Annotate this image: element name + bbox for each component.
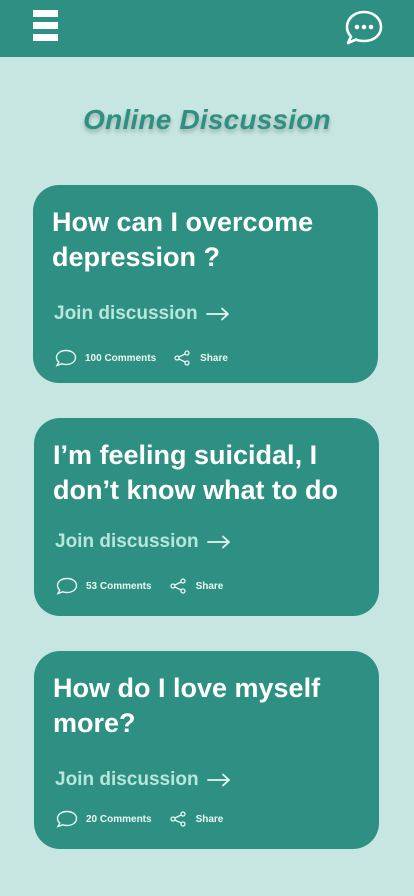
join-discussion-label: Join discussion bbox=[55, 531, 199, 552]
share-icon bbox=[169, 811, 186, 827]
comment-icon bbox=[55, 349, 77, 367]
page-title: Online Discussion bbox=[83, 104, 331, 135]
share-label: Share bbox=[200, 352, 228, 364]
comments-link[interactable]: 20 Comments bbox=[56, 810, 152, 828]
arrow-right-icon bbox=[206, 535, 230, 549]
join-discussion-link[interactable]: Join discussion bbox=[54, 303, 230, 325]
share-button[interactable]: Share bbox=[169, 578, 224, 594]
discussion-card[interactable]: How can I overcome depression ? Join dis… bbox=[33, 185, 378, 383]
comments-link[interactable]: 53 Comments bbox=[56, 577, 152, 595]
hamburger-menu-icon[interactable] bbox=[33, 10, 58, 41]
chat-bubble-icon[interactable] bbox=[344, 9, 384, 47]
discussion-question: How can I overcome depression ? bbox=[52, 207, 314, 272]
share-button[interactable]: Share bbox=[174, 350, 228, 366]
comments-count: 53 Comments bbox=[86, 580, 152, 592]
discussion-question: I’m feeling suicidal, I don’t know what … bbox=[53, 440, 338, 505]
comment-icon bbox=[56, 810, 78, 828]
share-label: Share bbox=[195, 580, 224, 592]
comment-icon bbox=[56, 577, 78, 595]
discussion-card[interactable]: I’m feeling suicidal, I don’t know what … bbox=[34, 418, 379, 616]
join-discussion-label: Join discussion bbox=[54, 303, 198, 324]
discussion-meta: 100 Comments Share bbox=[55, 349, 228, 367]
comments-count: 100 Comments bbox=[85, 352, 157, 364]
arrow-right-icon bbox=[206, 773, 230, 787]
share-label: Share bbox=[195, 813, 224, 825]
discussion-question: How do I love myself more? bbox=[53, 673, 321, 738]
share-icon bbox=[174, 350, 190, 366]
join-discussion-link[interactable]: Join discussion bbox=[55, 531, 231, 553]
join-discussion-link[interactable]: Join discussion bbox=[55, 769, 231, 791]
comments-link[interactable]: 100 Comments bbox=[55, 349, 156, 367]
top-bar bbox=[0, 0, 414, 57]
discussion-card[interactable]: How do I love myself more? Join discussi… bbox=[34, 651, 379, 849]
comments-count: 20 Comments bbox=[86, 813, 152, 825]
share-icon bbox=[169, 578, 186, 594]
join-discussion-label: Join discussion bbox=[55, 769, 199, 790]
discussion-meta: 20 Comments Share bbox=[56, 810, 223, 828]
discussion-meta: 53 Comments Share bbox=[56, 577, 223, 595]
arrow-right-icon bbox=[205, 307, 229, 321]
share-button[interactable]: Share bbox=[169, 811, 224, 827]
